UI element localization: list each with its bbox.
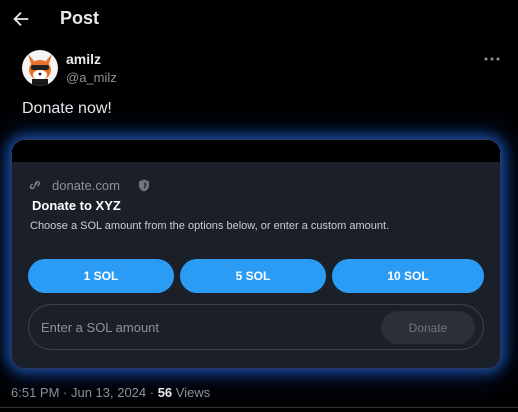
amount-button-5-sol[interactable]: 5 SOL xyxy=(180,259,326,293)
card-title: Donate to XYZ xyxy=(32,198,121,213)
views-count: 56 xyxy=(157,385,173,400)
post-text: Donate now! xyxy=(22,100,112,117)
author-handle[interactable]: @a_milz xyxy=(66,70,117,85)
arrow-left-icon[interactable] xyxy=(10,8,32,30)
shield-icon xyxy=(139,179,149,192)
ellipsis-icon[interactable] xyxy=(484,56,500,62)
sol-amount-input[interactable] xyxy=(41,315,361,339)
amount-input-group: Donate xyxy=(28,304,484,350)
amount-button-1-sol[interactable]: 1 SOL xyxy=(28,259,174,293)
post-meta: 6:51 PM · Jun 13, 2024 · 56 Views xyxy=(11,385,210,400)
author-name[interactable]: amilz xyxy=(66,51,101,67)
card-image-strip xyxy=(12,140,500,162)
fox-avatar-icon xyxy=(22,50,58,86)
top-bar: Post xyxy=(0,0,518,40)
link-icon xyxy=(29,181,40,190)
views-label: Views xyxy=(172,385,211,400)
amount-button-10-sol[interactable]: 10 SOL xyxy=(332,259,484,293)
card-domain[interactable]: donate.com xyxy=(52,178,120,193)
card-description: Choose a SOL amount from the options bel… xyxy=(30,220,390,232)
donate-button[interactable]: Donate xyxy=(381,311,475,344)
divider xyxy=(0,407,518,408)
timestamp[interactable]: 6:51 PM · Jun 13, 2024 · xyxy=(11,385,158,400)
avatar[interactable] xyxy=(22,50,58,86)
page-title: Post xyxy=(60,8,100,28)
